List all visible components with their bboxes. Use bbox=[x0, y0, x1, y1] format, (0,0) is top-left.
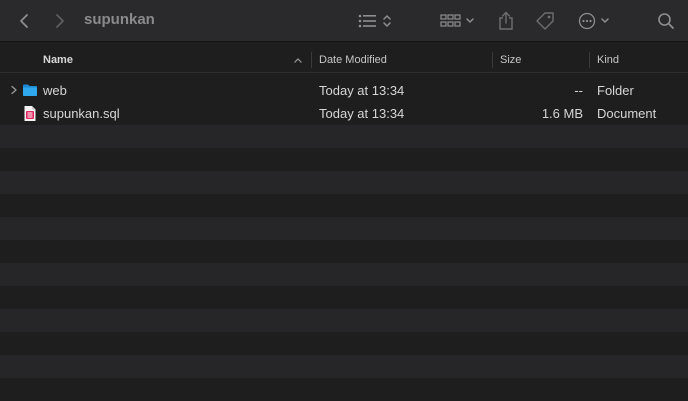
file-date: Today at 13:34 bbox=[319, 83, 405, 98]
empty-row bbox=[0, 171, 688, 194]
column-kind[interactable]: Kind bbox=[597, 47, 619, 73]
empty-row bbox=[0, 148, 688, 171]
file-size: -- bbox=[574, 83, 583, 98]
empty-row bbox=[0, 194, 688, 217]
empty-row bbox=[0, 240, 688, 263]
column-divider[interactable] bbox=[492, 52, 493, 68]
folder-icon bbox=[23, 84, 37, 96]
file-date: Today at 13:34 bbox=[319, 106, 405, 121]
search-button[interactable] bbox=[656, 0, 676, 42]
column-date-modified[interactable]: Date Modified bbox=[319, 47, 387, 73]
forward-button[interactable] bbox=[50, 0, 70, 42]
list-view-icon bbox=[358, 14, 391, 28]
column-divider[interactable] bbox=[589, 52, 590, 68]
document-icon bbox=[24, 106, 36, 121]
group-button[interactable] bbox=[440, 0, 478, 42]
column-name[interactable]: Name bbox=[43, 47, 73, 73]
disclosure-triangle-icon[interactable] bbox=[10, 85, 18, 95]
forward-icon bbox=[56, 14, 64, 28]
view-options-button[interactable] bbox=[356, 0, 396, 42]
column-size[interactable]: Size bbox=[500, 47, 521, 73]
tag-icon bbox=[536, 12, 554, 30]
empty-row bbox=[0, 355, 688, 378]
share-button[interactable] bbox=[496, 0, 516, 42]
column-divider[interactable] bbox=[311, 52, 312, 68]
tag-button[interactable] bbox=[534, 0, 556, 42]
file-kind: Folder bbox=[597, 83, 634, 98]
file-size: 1.6 MB bbox=[541, 106, 583, 121]
search-icon bbox=[658, 13, 674, 29]
file-kind: Document bbox=[597, 106, 657, 121]
back-icon bbox=[20, 14, 28, 28]
empty-row bbox=[0, 217, 688, 240]
toolbar: supunkan bbox=[0, 0, 688, 42]
action-button[interactable] bbox=[578, 0, 614, 42]
file-name: web bbox=[43, 83, 67, 98]
empty-row bbox=[0, 286, 688, 309]
empty-row bbox=[0, 332, 688, 355]
file-list: web Today at 13:34 -- Folder supunkan.sq… bbox=[0, 79, 688, 401]
column-header: Name Date Modified Size Kind bbox=[0, 47, 688, 73]
window-title: supunkan bbox=[84, 11, 155, 28]
file-name: supunkan.sql bbox=[43, 106, 120, 121]
group-icon bbox=[440, 14, 474, 27]
empty-row bbox=[0, 263, 688, 286]
empty-row bbox=[0, 125, 688, 148]
table-row[interactable]: web Today at 13:34 -- Folder bbox=[0, 79, 688, 102]
table-row[interactable]: supunkan.sql Today at 13:34 1.6 MB Docum… bbox=[0, 102, 688, 125]
action-icon bbox=[578, 12, 609, 30]
sort-ascending-icon bbox=[294, 58, 302, 63]
back-button[interactable] bbox=[14, 0, 34, 42]
empty-row bbox=[0, 309, 688, 332]
empty-row bbox=[0, 378, 688, 401]
share-icon bbox=[499, 11, 513, 30]
